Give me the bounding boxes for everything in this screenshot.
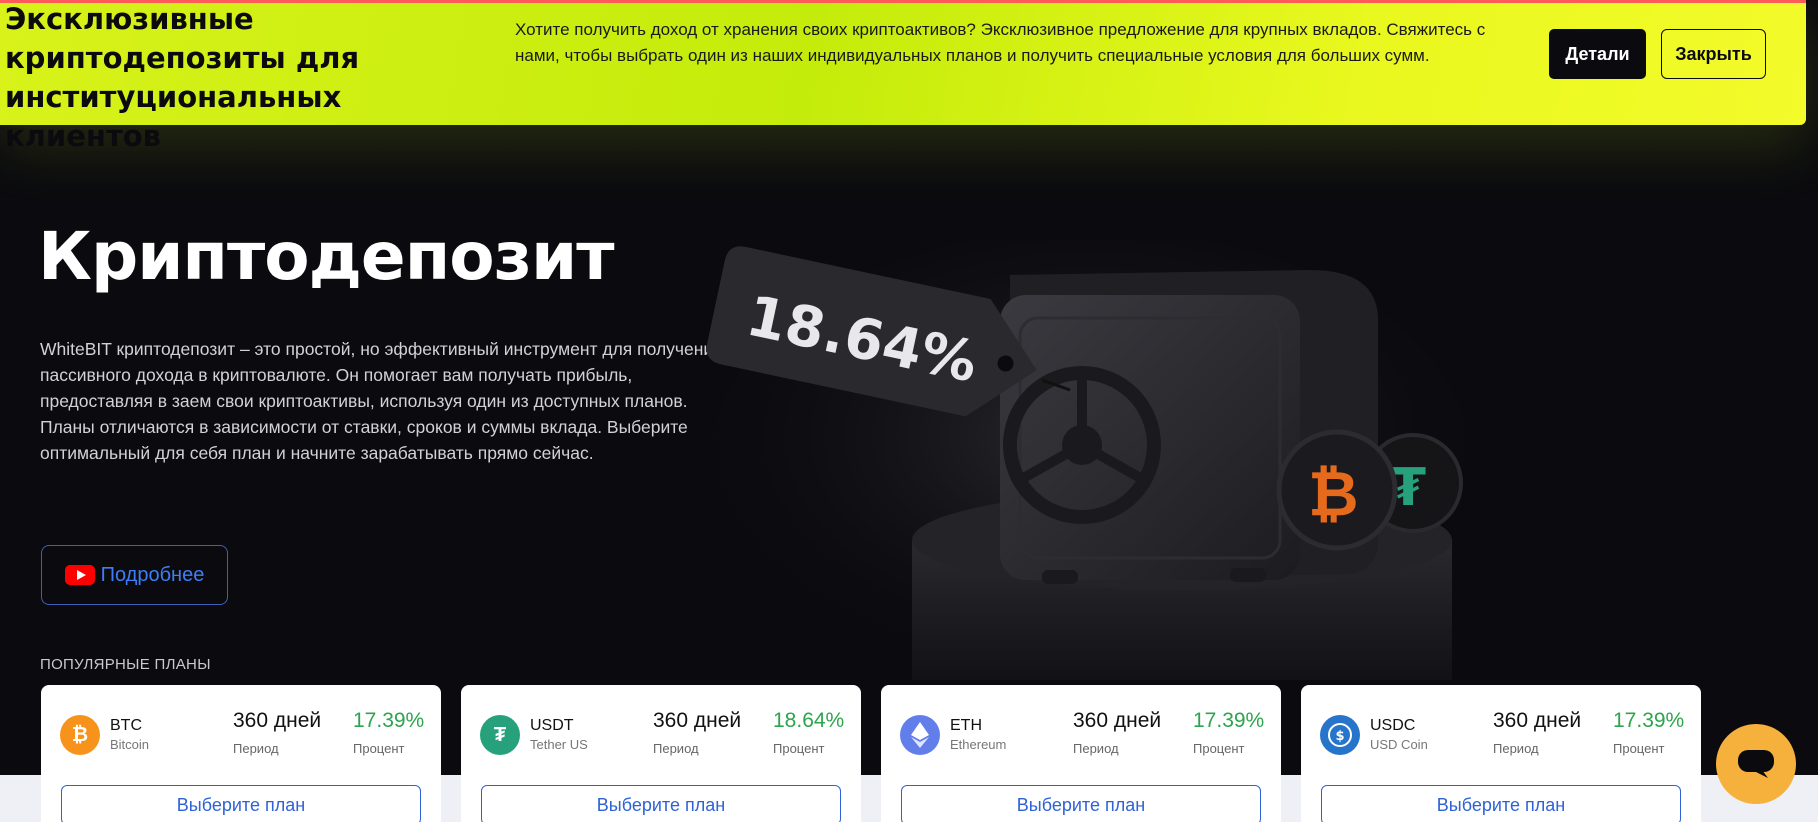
percent-value: 17.39% <box>1193 709 1265 732</box>
chat-support-button[interactable] <box>1716 724 1796 804</box>
period-label: Период <box>1493 741 1539 756</box>
coin-code: USDC <box>1370 717 1416 734</box>
percent-value: 18.64% <box>773 709 845 732</box>
promo-banner: Эксклюзивные криптодепозиты для институц… <box>0 0 1806 153</box>
coin-name: Bitcoin <box>110 737 150 752</box>
hero-description: WhiteBIT криптодепозит – это простой, но… <box>40 339 723 463</box>
plan-card-eth: ETH Ethereum 360 дней Период 17.39% Проц… <box>881 685 1281 822</box>
popular-plans-heading: ПОПУЛЯРНЫЕ ПЛАНЫ <box>40 656 211 673</box>
watch-video-label: Подробнее <box>100 563 205 586</box>
period-label: Период <box>653 741 699 756</box>
watch-video-button[interactable]: Подробнее <box>41 545 228 605</box>
period-value: 360 дней <box>653 709 742 732</box>
percent-label: Процент <box>1193 741 1245 756</box>
percent-label: Процент <box>1613 741 1665 756</box>
select-plan-button[interactable]: Выберите план <box>61 785 421 822</box>
tether-icon: ₮ <box>480 715 520 755</box>
plan-card-usdc: $ USDC USD Coin 360 дней Период 17.39% П… <box>1301 685 1701 822</box>
plan-card-btc: ₿ BTC Bitcoin 360 дней Период 17.39% Про… <box>41 685 441 822</box>
bitcoin-icon: ₿ <box>60 715 100 755</box>
ethereum-icon <box>900 715 940 755</box>
banner-text: Хотите получить доход от хранения своих … <box>515 20 1486 65</box>
period-label: Период <box>1073 741 1119 756</box>
youtube-icon <box>64 565 95 585</box>
page-title: Криптодепозит <box>38 218 614 295</box>
chat-icon <box>1738 750 1774 778</box>
period-value: 360 дней <box>1073 709 1162 732</box>
select-plan-button[interactable]: Выберите план <box>1321 785 1681 822</box>
percent-label: Процент <box>773 741 825 756</box>
period-value: 360 дней <box>1493 709 1582 732</box>
coin-name: Ethereum <box>950 737 1007 752</box>
svg-text:$: $ <box>1335 729 1344 744</box>
coin-code: ETH <box>950 717 982 734</box>
coin-code: BTC <box>110 717 142 734</box>
close-banner-button[interactable]: Закрыть <box>1661 29 1766 79</box>
percent-value: 17.39% <box>353 709 425 732</box>
period-label: Период <box>233 741 279 756</box>
coin-code: USDT <box>530 717 574 734</box>
percent-value: 17.39% <box>1613 709 1685 732</box>
plan-card-usdt: ₮ USDT Tether US 360 дней Период 18.64% … <box>461 685 861 822</box>
safe-illustration: 18.64% ₮ ₿ <box>706 240 1470 680</box>
select-plan-button[interactable]: Выберите план <box>481 785 841 822</box>
usdc-icon: $ <box>1320 715 1360 755</box>
percent-label: Процент <box>353 741 405 756</box>
banner-title: Эксклюзивные криптодепозиты для институц… <box>5 2 360 153</box>
coin-name: Tether US <box>530 737 588 752</box>
bitcoin-coin-icon: ₿ <box>1276 429 1398 551</box>
details-button[interactable]: Детали <box>1549 29 1646 79</box>
select-plan-button[interactable]: Выберите план <box>901 785 1261 822</box>
svg-text:₿: ₿ <box>1308 457 1359 530</box>
period-value: 360 дней <box>233 709 322 732</box>
coin-name: USD Coin <box>1370 737 1428 752</box>
